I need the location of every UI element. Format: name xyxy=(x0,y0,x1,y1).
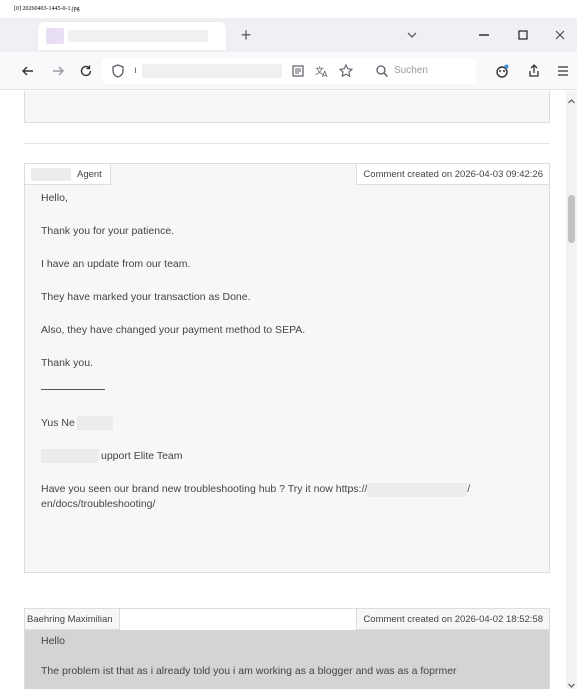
reload-icon xyxy=(80,65,92,77)
scroll-up-button[interactable] xyxy=(567,93,576,104)
previous-comment-tail xyxy=(24,91,550,123)
arrow-left-icon xyxy=(22,66,33,76)
comment-timestamp: Comment created on 2026-04-02 18:52:58 xyxy=(356,609,549,630)
team-redacted xyxy=(41,449,99,464)
forward-button[interactable] xyxy=(50,63,66,79)
link-redacted xyxy=(367,482,468,497)
comment-card: Baehring Maximilian Comment created on 2… xyxy=(24,608,550,689)
chevron-down-icon xyxy=(568,683,575,688)
close-icon xyxy=(555,30,565,40)
reader-view-button[interactable] xyxy=(290,63,306,79)
translate-button[interactable]: 文A xyxy=(314,63,330,79)
reader-view-icon xyxy=(292,65,304,77)
signature-name: Yus Ne xyxy=(41,416,535,431)
bookmark-button[interactable] xyxy=(338,63,354,79)
comment-timestamp: Comment created on 2026-04-03 09:42:26 xyxy=(356,164,549,185)
minimize-button[interactable] xyxy=(476,27,492,43)
svg-text:A: A xyxy=(322,70,328,79)
search-bar[interactable]: Suchen xyxy=(366,58,476,84)
chevron-down-icon xyxy=(407,32,417,38)
extensions-button[interactable] xyxy=(494,63,510,79)
signature-rule xyxy=(41,389,105,390)
page-viewport: Agent Comment created on 2026-04-03 09:4… xyxy=(0,91,566,689)
new-tab-button[interactable]: + xyxy=(236,25,256,45)
tab-strip: + xyxy=(0,18,577,52)
comment-line: I have an update from our team. xyxy=(41,258,191,270)
list-tabs-button[interactable] xyxy=(404,27,420,43)
comment-line: Hello xyxy=(41,635,65,647)
comment-header: Agent Comment created on 2026-04-03 09:4… xyxy=(25,164,549,185)
hamburger-menu-icon xyxy=(558,66,568,76)
translate-icon: 文A xyxy=(315,65,328,79)
comment-body: Hello The problem ist that as i already … xyxy=(25,630,549,678)
arrow-right-icon xyxy=(53,66,64,76)
chevron-up-icon xyxy=(568,99,575,104)
troubleshooting-hub-text: Have you seen our brand new troubleshoot… xyxy=(41,482,471,510)
comment-line: Thank you. xyxy=(41,357,93,369)
tab-title-redacted xyxy=(68,30,208,42)
author-redacted xyxy=(31,168,71,181)
comment-line: Also, they have changed your payment met… xyxy=(41,324,306,336)
navigation-toolbar: ı 文A Suchen xyxy=(0,52,577,90)
shield-icon xyxy=(112,64,124,78)
comment-body: Hello, Thank you for your patience. I ha… xyxy=(25,185,549,511)
back-button[interactable] xyxy=(20,63,36,79)
comment-author: Agent xyxy=(25,164,111,185)
scroll-thumb[interactable] xyxy=(568,195,575,243)
url-redacted xyxy=(142,64,282,78)
comment-header: Baehring Maximilian Comment created on 2… xyxy=(25,609,549,630)
maximize-icon xyxy=(518,30,528,40)
author-name: Agent xyxy=(77,169,102,180)
app-menu-button[interactable] xyxy=(555,63,571,79)
comment-line: Hello, xyxy=(41,192,68,204)
tracking-protection-button[interactable] xyxy=(110,63,126,79)
comment-author: Baehring Maximilian xyxy=(25,609,120,630)
page-scrollbar[interactable] xyxy=(566,91,577,689)
comment-line: Thank you for your patience. xyxy=(41,225,175,237)
author-name: Baehring Maximilian xyxy=(27,614,113,625)
browser-tab[interactable] xyxy=(38,22,226,50)
maximize-button[interactable] xyxy=(515,27,531,43)
search-placeholder: Suchen xyxy=(394,65,428,76)
address-bar[interactable]: ı 文A xyxy=(102,58,398,84)
comment-line: The problem ist that as i already told y… xyxy=(41,665,457,677)
share-icon xyxy=(529,64,539,77)
star-icon xyxy=(338,63,354,78)
url-text: ı xyxy=(134,65,137,76)
signature-team: upport Elite Team xyxy=(41,449,535,464)
comment-line: They have marked your transaction as Don… xyxy=(41,291,251,303)
tab-favicon xyxy=(46,28,64,44)
extension-icon xyxy=(496,64,509,78)
troubleshooting-link[interactable]: en/docs/troubleshooting/ xyxy=(41,498,155,510)
reload-button[interactable] xyxy=(78,63,94,79)
comment-card: Agent Comment created on 2026-04-03 09:4… xyxy=(24,163,550,573)
scroll-down-button[interactable] xyxy=(567,677,576,688)
file-caption: [0] 20260403-1445-0-1.jpg xyxy=(14,6,80,12)
search-icon xyxy=(374,63,390,79)
divider xyxy=(24,143,550,144)
minimize-icon xyxy=(479,34,489,36)
close-window-button[interactable] xyxy=(552,27,568,43)
share-button[interactable] xyxy=(526,63,542,79)
name-redacted xyxy=(76,416,113,431)
